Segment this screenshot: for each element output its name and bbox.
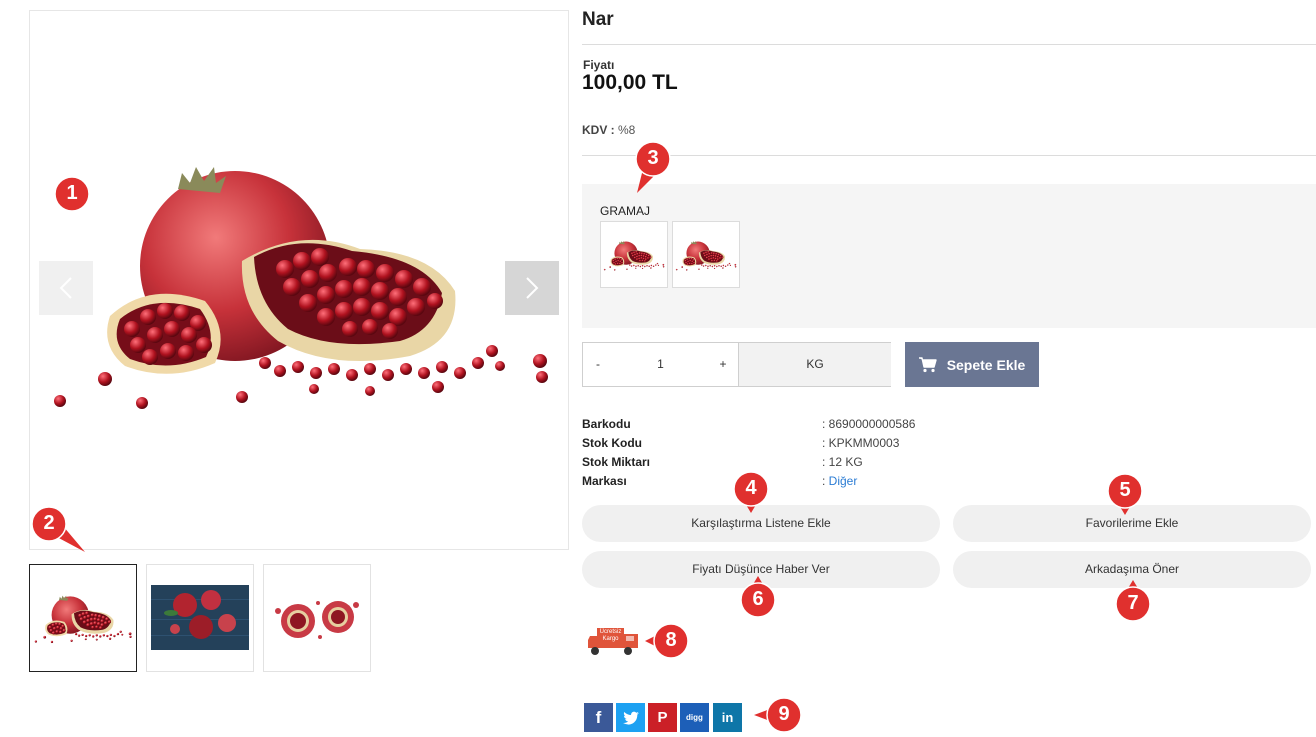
pomegranates-on-wood-image xyxy=(151,585,249,650)
free-shipping-badge: Ücretsiz Kargo xyxy=(588,626,640,658)
marker-number: 1 xyxy=(66,182,78,204)
divider xyxy=(582,44,1316,45)
linkedin-share-button[interactable]: in xyxy=(713,703,742,732)
marker-number: 4 xyxy=(745,477,757,499)
annotation-marker-8: 8 xyxy=(645,623,689,659)
spec-label: Barkodu xyxy=(582,417,631,431)
pomegranate-splash-image xyxy=(275,601,359,639)
chevron-left-icon xyxy=(59,277,72,299)
pinterest-share-button[interactable]: P xyxy=(648,703,677,732)
cargo-label-line2: Kargo xyxy=(602,636,619,642)
pinterest-icon: P xyxy=(657,709,668,726)
chevron-right-icon xyxy=(526,277,539,299)
marker-number: 5 xyxy=(1119,479,1131,501)
cart-icon xyxy=(918,356,937,372)
cargo-label-line1: Ücretsiz xyxy=(599,629,622,635)
marker-number: 2 xyxy=(43,512,55,534)
pomegranate-variant-image xyxy=(601,222,667,288)
variant-label: GRAMAJ xyxy=(600,204,651,218)
annotation-marker-4: 4 xyxy=(733,471,769,513)
annotation-marker-2: 2 xyxy=(31,506,85,552)
gallery-thumbnail-3[interactable] xyxy=(263,564,371,672)
product-main-image[interactable] xyxy=(29,10,569,550)
divider xyxy=(582,155,1316,156)
marker-number: 8 xyxy=(665,629,677,651)
variant-option-2[interactable] xyxy=(672,221,740,288)
quantity-increase-button[interactable]: + xyxy=(708,343,738,386)
digg-icon: digg xyxy=(686,713,703,722)
digg-share-button[interactable]: digg xyxy=(680,703,709,732)
gallery-next-button[interactable] xyxy=(505,261,559,315)
marker-number: 7 xyxy=(1127,592,1139,614)
quantity-unit[interactable]: KG xyxy=(738,343,891,386)
favorites-button[interactable]: Favorilerime Ekle xyxy=(953,505,1311,542)
vat-label: KDV xyxy=(582,123,608,137)
annotation-marker-3: 3 xyxy=(635,141,671,193)
brand-link[interactable]: Diğer xyxy=(829,474,858,488)
annotation-marker-6: 6 xyxy=(740,576,776,618)
spec-label: Markası xyxy=(582,474,627,488)
annotation-marker-1: 1 xyxy=(54,176,90,212)
variant-selector: GRAMAJ xyxy=(582,184,1316,328)
spec-value: : Diğer xyxy=(822,474,857,488)
price-label: Fiyatı xyxy=(583,58,615,72)
pomegranate-variant-image xyxy=(673,222,739,288)
annotation-marker-5: 5 xyxy=(1107,473,1143,515)
gallery-thumbnail-2[interactable] xyxy=(146,564,254,672)
compare-button[interactable]: Karşılaştırma Listene Ekle xyxy=(582,505,940,542)
linkedin-icon: in xyxy=(721,710,734,725)
spec-value: : 8690000000586 xyxy=(822,417,916,431)
spec-value: : KPKMM0003 xyxy=(822,436,900,450)
vat-value: %8 xyxy=(618,123,636,137)
gallery-thumbnail-1[interactable] xyxy=(29,564,137,672)
marker-number: 6 xyxy=(752,588,764,610)
annotation-marker-7: 7 xyxy=(1115,580,1151,622)
spec-label: Stok Kodu xyxy=(582,436,642,450)
variant-option-1[interactable] xyxy=(600,221,668,288)
product-price: 100,00 TL xyxy=(582,71,678,94)
add-to-cart-label: Sepete Ekle xyxy=(946,356,1026,373)
marker-number: 3 xyxy=(647,147,659,169)
twitter-icon xyxy=(622,711,639,725)
quantity-decrease-button[interactable]: - xyxy=(583,343,613,386)
pomegranate-image xyxy=(30,11,569,550)
facebook-share-button[interactable]: f xyxy=(584,703,613,732)
product-title: Nar xyxy=(582,9,614,30)
gallery-prev-button[interactable] xyxy=(39,261,93,315)
quantity-input[interactable]: 1 xyxy=(613,343,708,386)
spec-value-prefix: : xyxy=(822,474,829,488)
vat-separator: : xyxy=(607,123,619,137)
facebook-icon: f xyxy=(595,707,602,727)
spec-value: : 12 KG xyxy=(822,455,863,469)
vat-info: KDV : %8 xyxy=(582,123,635,137)
quantity-stepper: - 1 + KG xyxy=(582,342,891,387)
twitter-share-button[interactable]: t xyxy=(616,703,645,732)
pomegranate-thumbnail-image xyxy=(30,565,136,671)
marker-number: 9 xyxy=(778,703,790,725)
spec-label: Stok Miktarı xyxy=(582,455,651,469)
annotation-marker-9: 9 xyxy=(754,697,802,733)
add-to-cart-button[interactable]: Sepete Ekle xyxy=(905,342,1039,387)
